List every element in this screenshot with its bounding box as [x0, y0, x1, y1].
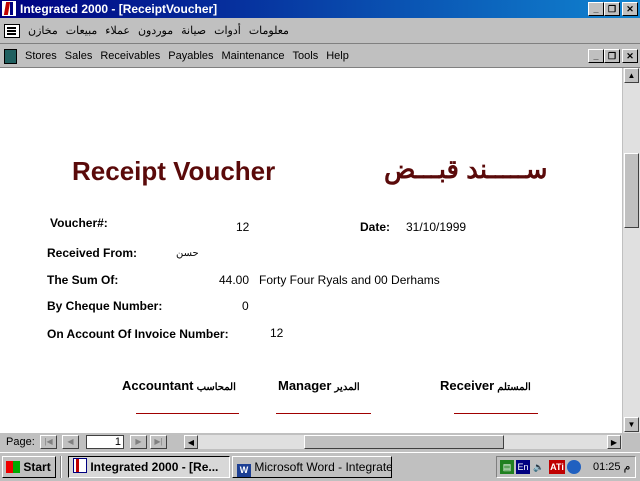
taskbar: Start Integrated 2000 - [Re... W Microso…	[0, 452, 640, 481]
first-page-icon[interactable]: |◀	[40, 435, 57, 449]
arabic-menu-stores[interactable]: مخازن	[28, 24, 58, 37]
task-word-label: Microsoft Word - Integrate...	[254, 460, 392, 474]
task-integrated-label: Integrated 2000 - [Re...	[90, 460, 219, 474]
menu-help[interactable]: Help	[326, 50, 349, 62]
task-integrated-2000[interactable]: Integrated 2000 - [Re...	[68, 456, 230, 478]
arabic-menu-customers[interactable]: عملاء	[105, 24, 130, 37]
scroll-left-icon[interactable]: ◀	[184, 435, 198, 449]
child-restore-icon[interactable]: ❐	[604, 49, 620, 63]
record-navigation-bar: Page: |◀ ◀ 1 ▶ ▶| ◀ ▶	[0, 433, 640, 451]
app-icon[interactable]	[2, 1, 16, 16]
menu-bar: Stores Sales Receivables Payables Mainte…	[0, 45, 640, 68]
arabic-menu-sales[interactable]: مبيعات	[66, 24, 98, 37]
voucher-number-label: Voucher#:	[50, 216, 108, 230]
receiver-signature-line	[454, 413, 538, 414]
accountant-label-ar: المحاسب	[196, 382, 236, 393]
start-button[interactable]: Start	[2, 456, 56, 478]
sum-label: The Sum Of:	[47, 273, 119, 287]
scroll-down-icon[interactable]: ▼	[624, 417, 639, 432]
received-from-label: Received From:	[47, 246, 138, 260]
manager-signature-label: Manager المدير	[278, 378, 360, 393]
receiver-label-ar: المستلم	[497, 382, 531, 393]
menu-payables[interactable]: Payables	[168, 50, 213, 62]
invoice-number-label: On Account Of Invoice Number:	[47, 327, 229, 341]
minimize-icon[interactable]: _	[588, 2, 604, 16]
menu-sales[interactable]: Sales	[65, 50, 93, 62]
scroll-up-icon[interactable]: ▲	[624, 68, 639, 83]
sum-words[interactable]: Forty Four Ryals and 00 Derhams	[259, 273, 440, 287]
volume-icon[interactable]: 🔈	[532, 460, 546, 474]
arabic-menu-maintenance[interactable]: صيانة	[181, 24, 206, 37]
date-value[interactable]: 31/10/1999	[406, 220, 466, 234]
receipt-voucher-form: Receipt Voucher ســـــند قبـــض Voucher#…	[0, 68, 622, 433]
next-page-icon[interactable]: ▶	[130, 435, 147, 449]
task-microsoft-word[interactable]: W Microsoft Word - Integrate...	[232, 456, 392, 478]
system-tray: ▤ En 🔈 ATi 01:25 م	[496, 456, 636, 478]
globe-icon[interactable]	[567, 460, 581, 474]
child-close-icon[interactable]: ✕	[622, 49, 638, 63]
date-label: Date:	[360, 220, 391, 234]
restore-icon[interactable]: ❐	[604, 2, 620, 16]
receiver-signature-label: Receiver المستلم	[440, 378, 531, 393]
cheque-number-label: By Cheque Number:	[47, 299, 163, 313]
document-icon[interactable]	[4, 49, 17, 64]
close-icon[interactable]: ✕	[622, 2, 638, 16]
menu-items: Stores Sales Receivables Payables Mainte…	[25, 50, 349, 62]
clock: 01:25 م	[593, 461, 631, 473]
horizontal-scrollbar[interactable]: ◀ ▶	[184, 435, 622, 449]
last-page-icon[interactable]: ▶|	[150, 435, 167, 449]
accountant-label-en: Accountant	[122, 378, 194, 393]
language-indicator[interactable]: En	[516, 460, 530, 474]
title-bar[interactable]: Integrated 2000 - [ReceiptVoucher] _ ❐ ✕	[0, 0, 640, 18]
invoice-number-value[interactable]: 12	[270, 326, 283, 340]
start-label: Start	[23, 460, 51, 474]
arabic-menu-tools[interactable]: أدوات	[214, 24, 241, 37]
vertical-scrollbar[interactable]: ▲ ▼	[622, 68, 640, 433]
page-label: Page:	[6, 436, 35, 448]
menu-receivables[interactable]: Receivables	[100, 50, 160, 62]
previous-page-icon[interactable]: ◀	[62, 435, 79, 449]
network-icon[interactable]: ▤	[500, 460, 514, 474]
cheque-number-value[interactable]: 0	[242, 299, 249, 313]
ati-icon[interactable]: ATi	[549, 460, 565, 474]
sum-amount[interactable]: 44.00	[219, 273, 249, 287]
toolbar-menu-icon[interactable]	[4, 24, 20, 38]
arabic-menu-bar: مخازن مبيعات عملاء موردون صيانة أدوات مع…	[0, 19, 640, 44]
voucher-title-en: Receipt Voucher	[72, 156, 276, 186]
voucher-number-value[interactable]: 12	[236, 220, 249, 234]
accountant-signature-line	[136, 413, 239, 414]
menu-tools[interactable]: Tools	[293, 50, 319, 62]
page-number-input[interactable]: 1	[86, 435, 124, 449]
child-minimize-icon[interactable]: _	[588, 49, 604, 63]
scroll-right-icon[interactable]: ▶	[607, 435, 621, 449]
voucher-title-ar: ســـــند قبـــض	[384, 154, 548, 184]
integrated-app-icon	[73, 458, 87, 473]
received-from-value[interactable]: حسن	[176, 248, 199, 259]
arabic-menu-suppliers[interactable]: موردون	[138, 24, 173, 37]
menu-stores[interactable]: Stores	[25, 50, 57, 62]
manager-label-en: Manager	[278, 378, 332, 393]
vertical-scroll-thumb[interactable]	[624, 153, 639, 228]
arabic-menu-items: مخازن مبيعات عملاء موردون صيانة أدوات مع…	[28, 24, 289, 37]
accountant-signature-label: Accountant المحاسب	[122, 378, 236, 393]
window-title: Integrated 2000 - [ReceiptVoucher]	[20, 2, 218, 16]
arabic-menu-info[interactable]: معلومات	[249, 24, 289, 37]
manager-signature-line	[276, 413, 371, 414]
windows-logo-icon	[6, 461, 20, 473]
menu-maintenance[interactable]: Maintenance	[222, 50, 285, 62]
receiver-label-en: Receiver	[440, 378, 495, 393]
horizontal-scroll-thumb[interactable]	[304, 435, 504, 449]
manager-label-ar: المدير	[334, 382, 360, 393]
taskbar-separator	[60, 456, 62, 478]
word-icon: W	[237, 464, 251, 477]
